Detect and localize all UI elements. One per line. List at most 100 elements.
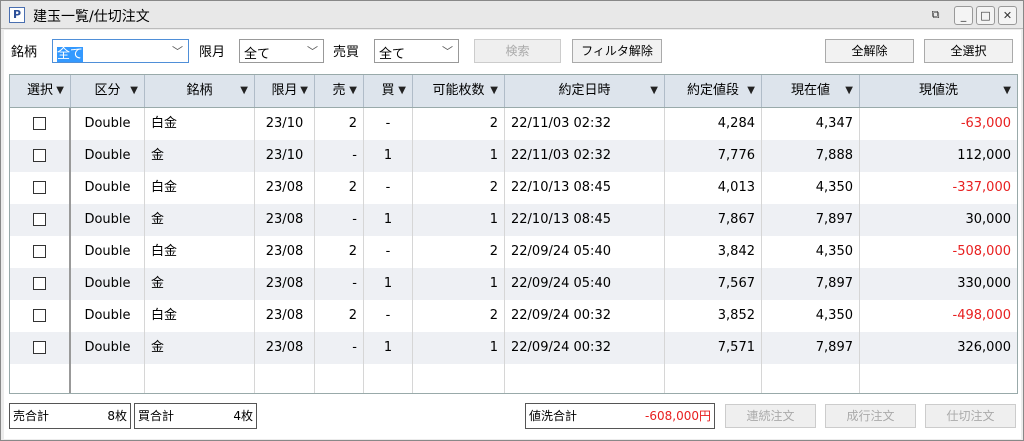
column-header[interactable]: 売 ▼ (315, 75, 364, 107)
close-button[interactable]: ✕ (998, 6, 1017, 25)
table-row[interactable]: Double 白金 23/08 2 - 2 22/10/13 08:45 4,013 4,350… (10, 172, 1017, 204)
column-header[interactable]: 現在値 ▼ (762, 75, 860, 107)
filter-icon[interactable]: ▼ (650, 75, 658, 107)
month-label: 限月 (199, 45, 226, 60)
cell-qty: 2 (489, 116, 498, 131)
filter-icon[interactable]: ▼ (1003, 75, 1011, 107)
column-header[interactable]: 現値洗 ▼ (860, 75, 1017, 107)
column-header[interactable]: 限月 ▼ (255, 75, 315, 107)
table-row[interactable]: Double 金 23/10 - 1 1 22/11/03 02:32 7,776 7,888 1… (10, 140, 1017, 172)
table-cell: 1 (413, 268, 505, 300)
filter-icon[interactable]: ▼ (130, 75, 138, 107)
sell-total-value: 8枚 (107, 409, 127, 423)
table-cell (10, 204, 71, 236)
table-cell (10, 300, 71, 332)
table-cell (10, 236, 71, 268)
table-cell: 23/08 (255, 332, 315, 364)
row-checkbox[interactable] (33, 181, 46, 194)
table-cell: 23/08 (255, 268, 315, 300)
cell-buy: - (385, 116, 391, 131)
row-checkbox[interactable] (33, 309, 46, 322)
search-button[interactable]: 検索 (474, 39, 561, 63)
linked-order-button[interactable]: 連続注文 (725, 404, 816, 428)
cell-month: 23/08 (265, 244, 304, 259)
cell-type: Double (84, 116, 131, 131)
row-checkbox[interactable] (33, 277, 46, 290)
table-cell: -63,000 (860, 108, 1017, 140)
select-all-button[interactable]: 全選択 (924, 39, 1013, 63)
table-cell: Double (71, 140, 145, 172)
table-cell (762, 364, 860, 393)
filter-icon[interactable]: ▼ (490, 75, 498, 107)
sell-total: 売合計 8枚 (9, 403, 131, 429)
market-order-button[interactable]: 成行注文 (825, 404, 916, 428)
filter-icon[interactable]: ▼ (56, 75, 64, 107)
table-cell: 22/09/24 00:32 (505, 332, 665, 364)
column-header[interactable]: 買 ▼ (364, 75, 413, 107)
maximize-button[interactable]: □ (976, 6, 995, 25)
row-checkbox[interactable] (33, 117, 46, 130)
cell-brand: 金 (151, 276, 165, 291)
table-row[interactable]: Double 金 23/08 - 1 1 22/09/24 00:32 7,571 7,897 3… (10, 332, 1017, 364)
table-cell: 7,897 (762, 204, 860, 236)
cell-buy: - (385, 180, 391, 195)
table-cell: 4,347 (762, 108, 860, 140)
column-header[interactable]: 区分 ▼ (71, 75, 145, 107)
column-header[interactable]: 約定値段 ▼ (665, 75, 762, 107)
table-cell: 2 (315, 236, 364, 268)
column-label: 限月 (271, 83, 298, 98)
table-cell: Double (71, 332, 145, 364)
table-cell: 1 (364, 140, 413, 172)
table-cell: 7,571 (665, 332, 762, 364)
table-row[interactable] (10, 364, 1017, 393)
cell-current: 7,897 (815, 276, 853, 291)
row-checkbox[interactable] (33, 245, 46, 258)
table-cell: Double (71, 300, 145, 332)
table-row[interactable]: Double 白金 23/08 2 - 2 22/09/24 05:40 3,842 4,350… (10, 236, 1017, 268)
cell-sell: 2 (348, 308, 357, 323)
row-checkbox[interactable] (33, 341, 46, 354)
brand-label: 銘柄 (11, 45, 38, 60)
close-order-button[interactable]: 仕切注文 (925, 404, 1016, 428)
table-cell: 330,000 (860, 268, 1017, 300)
row-checkbox[interactable] (33, 149, 46, 162)
filter-icon[interactable]: ▼ (747, 75, 755, 107)
table-cell (10, 140, 71, 172)
table-cell: 22/10/13 08:45 (505, 204, 665, 236)
deselect-all-button[interactable]: 全解除 (825, 39, 914, 63)
row-checkbox[interactable] (33, 213, 46, 226)
table-row[interactable]: Double 金 23/08 - 1 1 22/10/13 08:45 7,867 7,897 3… (10, 204, 1017, 236)
clear-filter-button[interactable]: フィルタ解除 (572, 39, 662, 63)
table-cell (665, 364, 762, 393)
cell-type: Double (84, 340, 131, 355)
table-cell (505, 364, 665, 393)
minimize-button[interactable]: _ (954, 6, 973, 25)
restore-layout-icon[interactable]: ⧉ (926, 6, 945, 25)
column-header[interactable]: 約定日時 ▼ (505, 75, 665, 107)
cell-type: Double (84, 276, 131, 291)
sell-total-label: 売合計 (13, 409, 50, 423)
column-header[interactable]: 銘柄 ▼ (145, 75, 255, 107)
table-cell: Double (71, 172, 145, 204)
month-select[interactable]: 全て ﹀ (239, 39, 324, 63)
cell-pl: 112,000 (957, 148, 1011, 163)
table-cell: -337,000 (860, 172, 1017, 204)
filter-icon[interactable]: ▼ (349, 75, 357, 107)
column-label: 選択 (26, 83, 53, 98)
table-row[interactable]: Double 白金 23/08 2 - 2 22/09/24 00:32 3,852 4,350… (10, 300, 1017, 332)
column-header[interactable]: 選択 ▼ (10, 75, 71, 107)
filter-icon[interactable]: ▼ (845, 75, 853, 107)
filter-icon[interactable]: ▼ (398, 75, 406, 107)
column-header[interactable]: 可能枚数 ▼ (413, 75, 505, 107)
table-row[interactable]: Double 金 23/08 - 1 1 22/09/24 05:40 7,567 7,897 3… (10, 268, 1017, 300)
table-cell (364, 364, 413, 393)
filter-icon[interactable]: ▼ (240, 75, 248, 107)
cell-pl: -508,000 (952, 244, 1011, 259)
cell-current: 4,350 (815, 180, 853, 195)
filter-icon[interactable]: ▼ (300, 75, 308, 107)
brand-select[interactable]: 全て ﹀ (52, 39, 189, 63)
table-cell: - (364, 236, 413, 268)
side-select[interactable]: 全て ﹀ (374, 39, 459, 63)
table-row[interactable]: Double 白金 23/10 2 - 2 22/11/03 02:32 4,284 4,347… (10, 108, 1017, 140)
cell-buy: - (385, 244, 391, 259)
